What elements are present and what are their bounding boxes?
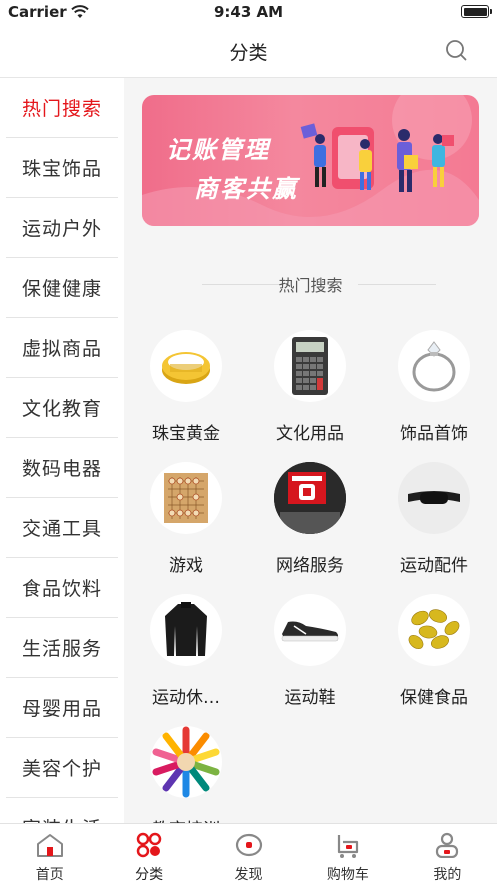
search-icon[interactable] <box>445 39 467 61</box>
tab-category[interactable]: 分类 <box>99 824 198 883</box>
sidebar-item-label: 数码电器 <box>21 458 102 480</box>
diamond-ring-icon <box>398 330 470 402</box>
tab-label: 我的 <box>433 867 462 883</box>
section-title: 热门搜索 <box>278 276 343 295</box>
category-sidebar: 热门搜索 珠宝饰品 运动户外 保健健康 虚拟商品 文化教育 数码电器 交通工具 … <box>0 78 124 823</box>
sidebar-item-health[interactable]: 保健健康 <box>6 258 118 318</box>
sidebar-item-label: 食品饮料 <box>21 578 102 600</box>
sidebar-item-label: 家装生活 <box>22 814 102 823</box>
category-item[interactable]: 网络服务 <box>255 462 365 576</box>
sidebar-item-label: 运动户外 <box>21 218 102 240</box>
category-item[interactable]: 珠宝黄金 <box>131 330 241 444</box>
tab-label: 发现 <box>234 867 263 883</box>
gold-ring-icon <box>150 330 222 402</box>
tab-label: 购物车 <box>326 867 369 883</box>
sidebar-item-transport[interactable]: 交通工具 <box>6 498 118 558</box>
sidebar-item-baby[interactable]: 母婴用品 <box>6 678 118 738</box>
category-icon <box>136 832 162 858</box>
status-time: 9:43 AM <box>213 3 284 21</box>
sidebar-item-label: 虚拟商品 <box>21 338 102 360</box>
sport-jacket-icon <box>150 594 222 666</box>
category-item[interactable]: 运动配件 <box>379 462 489 576</box>
waist-bag-icon <box>398 462 470 534</box>
sidebar-item-label: 保健健康 <box>21 278 102 300</box>
banner-headline: 记账管理 <box>166 136 270 164</box>
category-label: 运动鞋 <box>284 688 336 708</box>
category-item[interactable]: 文化用品 <box>255 330 365 444</box>
sidebar-item-label: 生活服务 <box>21 638 102 660</box>
battery-icon <box>461 5 492 18</box>
nav-bar: 分类 <box>0 24 497 78</box>
tab-profile[interactable]: 我的 <box>398 824 497 883</box>
sidebar-item-beauty[interactable]: 美容个护 <box>6 738 118 798</box>
banner-subheadline: 商客共赢 <box>194 175 298 203</box>
sidebar-item-food[interactable]: 食品饮料 <box>6 558 118 618</box>
category-item[interactable]: 教育培训 <box>131 726 241 823</box>
category-label: 网络服务 <box>276 556 344 576</box>
internet-sign-icon <box>274 462 346 534</box>
tab-cart[interactable]: 购物车 <box>298 824 397 883</box>
category-label: 运动休… <box>152 688 220 708</box>
divider <box>358 284 436 285</box>
sidebar-item-home[interactable]: 家装生活 <box>6 798 118 823</box>
discover-icon <box>235 833 262 857</box>
category-label: 教育培训 <box>131 815 241 823</box>
sidebar-item-education[interactable]: 文化教育 <box>6 378 118 438</box>
sidebar-item-jewelry[interactable]: 珠宝饰品 <box>6 138 118 198</box>
sidebar-item-label: 母婴用品 <box>21 698 102 720</box>
sidebar-item-label: 美容个护 <box>21 758 102 780</box>
sidebar-item-digital[interactable]: 数码电器 <box>6 438 118 498</box>
category-label: 珠宝黄金 <box>152 424 220 444</box>
category-item[interactable]: 饰品首饰 <box>379 330 489 444</box>
sidebar-item-label: 交通工具 <box>21 518 102 540</box>
tab-label: 首页 <box>35 867 64 883</box>
home-icon <box>36 834 63 857</box>
tab-discover[interactable]: 发现 <box>199 824 298 883</box>
sidebar-item-outdoor[interactable]: 运动户外 <box>6 198 118 258</box>
category-label: 游戏 <box>169 556 203 576</box>
page-title: 分类 <box>229 42 268 64</box>
category-item[interactable]: 游戏 <box>131 462 241 576</box>
status-bar: Carrier 9:43 AM <box>0 0 497 24</box>
category-item[interactable]: 保健食品 <box>379 594 489 708</box>
colored-pencils-icon <box>150 726 222 798</box>
sidebar-item-virtual[interactable]: 虚拟商品 <box>6 318 118 378</box>
category-label: 饰品首饰 <box>400 424 468 444</box>
promo-banner[interactable]: 记账管理 商客共赢 <box>142 95 479 226</box>
category-label: 保健食品 <box>400 688 468 708</box>
calculator-icon <box>274 330 346 402</box>
sidebar-item-label: 珠宝饰品 <box>21 158 102 180</box>
profile-icon <box>436 832 459 859</box>
sneaker-icon <box>274 594 346 666</box>
category-item[interactable]: 运动休… <box>131 594 241 708</box>
sidebar-item-services[interactable]: 生活服务 <box>6 618 118 678</box>
category-item[interactable]: 运动鞋 <box>255 594 365 708</box>
tab-label: 分类 <box>135 867 164 883</box>
sidebar-item-label: 热门搜索 <box>21 98 102 120</box>
cart-icon <box>337 835 359 858</box>
chess-board-icon <box>150 462 222 534</box>
sidebar-item-hot-search[interactable]: 热门搜索 <box>6 78 118 138</box>
category-label: 运动配件 <box>400 556 468 576</box>
tab-bar: 首页 分类 发现 购物车 我的 <box>0 823 497 883</box>
category-label: 文化用品 <box>276 424 344 444</box>
capsules-icon <box>398 594 470 666</box>
tab-home[interactable]: 首页 <box>0 824 99 883</box>
sidebar-item-label: 文化教育 <box>21 398 102 420</box>
category-content: 记账管理 商客共赢 热门搜索 珠宝黄金 文化用品 饰品首饰 游戏 网络服务 运动… <box>124 78 497 823</box>
